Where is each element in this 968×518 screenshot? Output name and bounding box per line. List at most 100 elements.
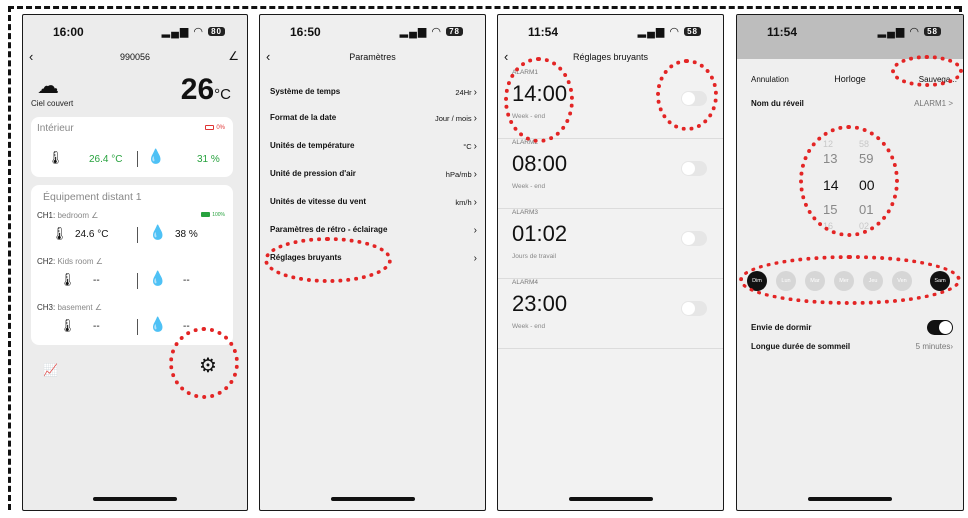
ch1-battery-value: 100% <box>212 212 225 218</box>
remote-card[interactable]: Équipement distant 1 CH1: bedroom ∠ 100%… <box>31 185 233 345</box>
setting-pressure-units[interactable]: Unité de pression d'air hPa/mb › <box>270 169 477 189</box>
home-indicator <box>568 497 653 501</box>
status-time: 11:54 <box>528 25 559 39</box>
dashed-guide-left <box>8 6 11 510</box>
edit-icon[interactable]: ∠ <box>228 49 239 63</box>
nav-bar: ‹ 990056 ∠ <box>23 49 247 69</box>
setting-label: Unités de température <box>270 141 355 150</box>
status-time: 11:54 <box>767 25 798 39</box>
battery-low-icon <box>205 125 215 130</box>
status-bar: 11:54 ▂▄▆ ◠ 58 <box>498 15 723 45</box>
home-indicator <box>808 497 892 501</box>
humidity-icon: 💧 <box>149 224 167 240</box>
ch2-humidity: -- <box>183 275 190 286</box>
divider <box>137 227 138 243</box>
annotation-circle <box>739 255 961 305</box>
edit-icon[interactable]: ∠ <box>96 257 103 266</box>
chevron-right-icon: › <box>473 87 477 98</box>
alarm-time: 08:00 <box>512 151 568 176</box>
ch3-prefix: CH3: <box>37 303 56 312</box>
sleep-label: Envie de dormir <box>751 323 812 332</box>
setting-value: › <box>472 253 477 264</box>
alarm-item[interactable]: ALARM3 01:02 Jours de travail <box>498 209 723 279</box>
history-chart-icon[interactable]: 📈 <box>43 363 58 377</box>
status-time: 16:00 <box>53 25 84 39</box>
setting-date-format[interactable]: Format de la date Jour / mois › <box>270 113 477 133</box>
dashed-guide-top <box>8 6 960 9</box>
status-time: 16:50 <box>290 25 321 39</box>
snooze-label: Longue durée de sommeil <box>751 342 851 351</box>
setting-value-text: Jour / mois <box>434 114 472 123</box>
chevron-right-icon: › <box>473 225 477 236</box>
snooze-row[interactable]: Longue durée de sommeil 5 minutes› <box>751 342 953 351</box>
page-title: Paramètres <box>349 52 396 62</box>
alarm-toggle[interactable] <box>681 231 707 246</box>
humidity-icon: 💧 <box>147 148 165 164</box>
sleep-row: Envie de dormir <box>751 323 953 332</box>
alarm-toggle[interactable] <box>681 301 707 316</box>
ch1-prefix: CH1: <box>37 211 56 220</box>
home-indicator <box>93 497 177 501</box>
phone-clock-edit-screen: 11:54 ▂▄▆ ◠ 58 Annulation Horloge Sauveg… <box>736 14 964 511</box>
battery-full-icon <box>201 212 211 217</box>
setting-value-text: °C <box>463 142 472 151</box>
setting-label: Système de temps <box>270 87 341 96</box>
chevron-right-icon: › <box>473 169 477 180</box>
indoor-battery-value: 0% <box>216 125 225 131</box>
indoor-humidity: 31 % <box>197 154 220 165</box>
indoor-battery: 0% <box>205 125 225 131</box>
setting-value-text: 24Hr <box>455 88 472 97</box>
battery-icon: 78 <box>446 27 463 36</box>
cloud-icon: ☁ <box>37 73 59 98</box>
alarm-toggle[interactable] <box>681 161 707 176</box>
setting-time-system[interactable]: Système de temps 24Hr › <box>270 87 477 107</box>
alarm-label: ALARM3 <box>512 209 539 216</box>
alarm-name-label: Nom du réveil <box>751 99 804 108</box>
battery-icon: 58 <box>924 27 941 36</box>
status-icons: ▂▄▆ ◠ 58 <box>638 25 701 38</box>
alarm-name-value: ALARM1 > <box>914 99 953 108</box>
sleep-toggle[interactable] <box>927 320 953 335</box>
ch2-temp: -- <box>93 275 100 286</box>
alarm-time: 01:02 <box>512 221 568 246</box>
ch2-prefix: CH2: <box>37 257 56 266</box>
indoor-card[interactable]: Intérieur 0% 🌡 26.4 °C 💧 31 % <box>31 117 233 177</box>
chevron-right-icon: › <box>473 197 477 208</box>
thermometer-icon: 🌡 <box>47 150 64 165</box>
ch2-label: CH2: Kids room ∠ <box>37 257 103 266</box>
setting-value: km/h › <box>455 197 477 208</box>
divider <box>137 319 138 335</box>
status-bar: 16:00 ▂▄▆ ◠ 80 <box>23 15 247 45</box>
setting-value: °C › <box>463 141 477 152</box>
status-icons: ▂▄▆ ◠ 80 <box>162 25 225 38</box>
status-icons: ▂▄▆ ◠ 58 <box>878 25 941 38</box>
alarm-time: 23:00 <box>512 291 568 316</box>
ch1-humidity: 38 % <box>175 229 198 240</box>
thermometer-icon: 🌡 <box>59 272 76 287</box>
thermometer-icon: 🌡 <box>59 318 76 333</box>
annotation-circle <box>891 55 963 87</box>
edit-icon[interactable]: ∠ <box>91 211 98 220</box>
home-indicator <box>330 497 415 501</box>
battery-icon: 80 <box>208 27 225 36</box>
ch1-name: bedroom <box>57 211 90 220</box>
alarm-item[interactable]: ALARM4 23:00 Week - end <box>498 279 723 349</box>
snooze-value: 5 minutes› <box>916 342 953 351</box>
setting-label: Unités de vitesse du vent <box>270 197 367 206</box>
ch1-label: CH1: bedroom ∠ <box>37 211 98 220</box>
setting-value: Jour / mois › <box>435 113 477 124</box>
alarm-item[interactable]: ALARM2 08:00 Week - end <box>498 139 723 209</box>
phone-alarms-screen: 11:54 ▂▄▆ ◠ 58 ‹ Réglages bruyants ALARM… <box>497 14 724 511</box>
snooze-value-text: 5 minutes <box>915 342 951 351</box>
setting-temperature-units[interactable]: Unités de température °C › <box>270 141 477 161</box>
setting-label: Unité de pression d'air <box>270 169 356 178</box>
outdoor-temperature: 26°C <box>181 73 231 107</box>
status-bar: 11:54 ▂▄▆ ◠ 58 <box>737 15 963 45</box>
annotation-circle <box>504 57 574 143</box>
edit-icon[interactable]: ∠ <box>95 303 102 312</box>
temperature-value: 26 <box>180 73 215 106</box>
alarm-name-row[interactable]: Nom du réveil ALARM1 > <box>751 99 953 108</box>
setting-wind-units[interactable]: Unités de vitesse du vent km/h › <box>270 197 477 217</box>
indoor-temp: 26.4 °C <box>89 154 123 165</box>
temperature-unit: °C <box>214 86 231 103</box>
